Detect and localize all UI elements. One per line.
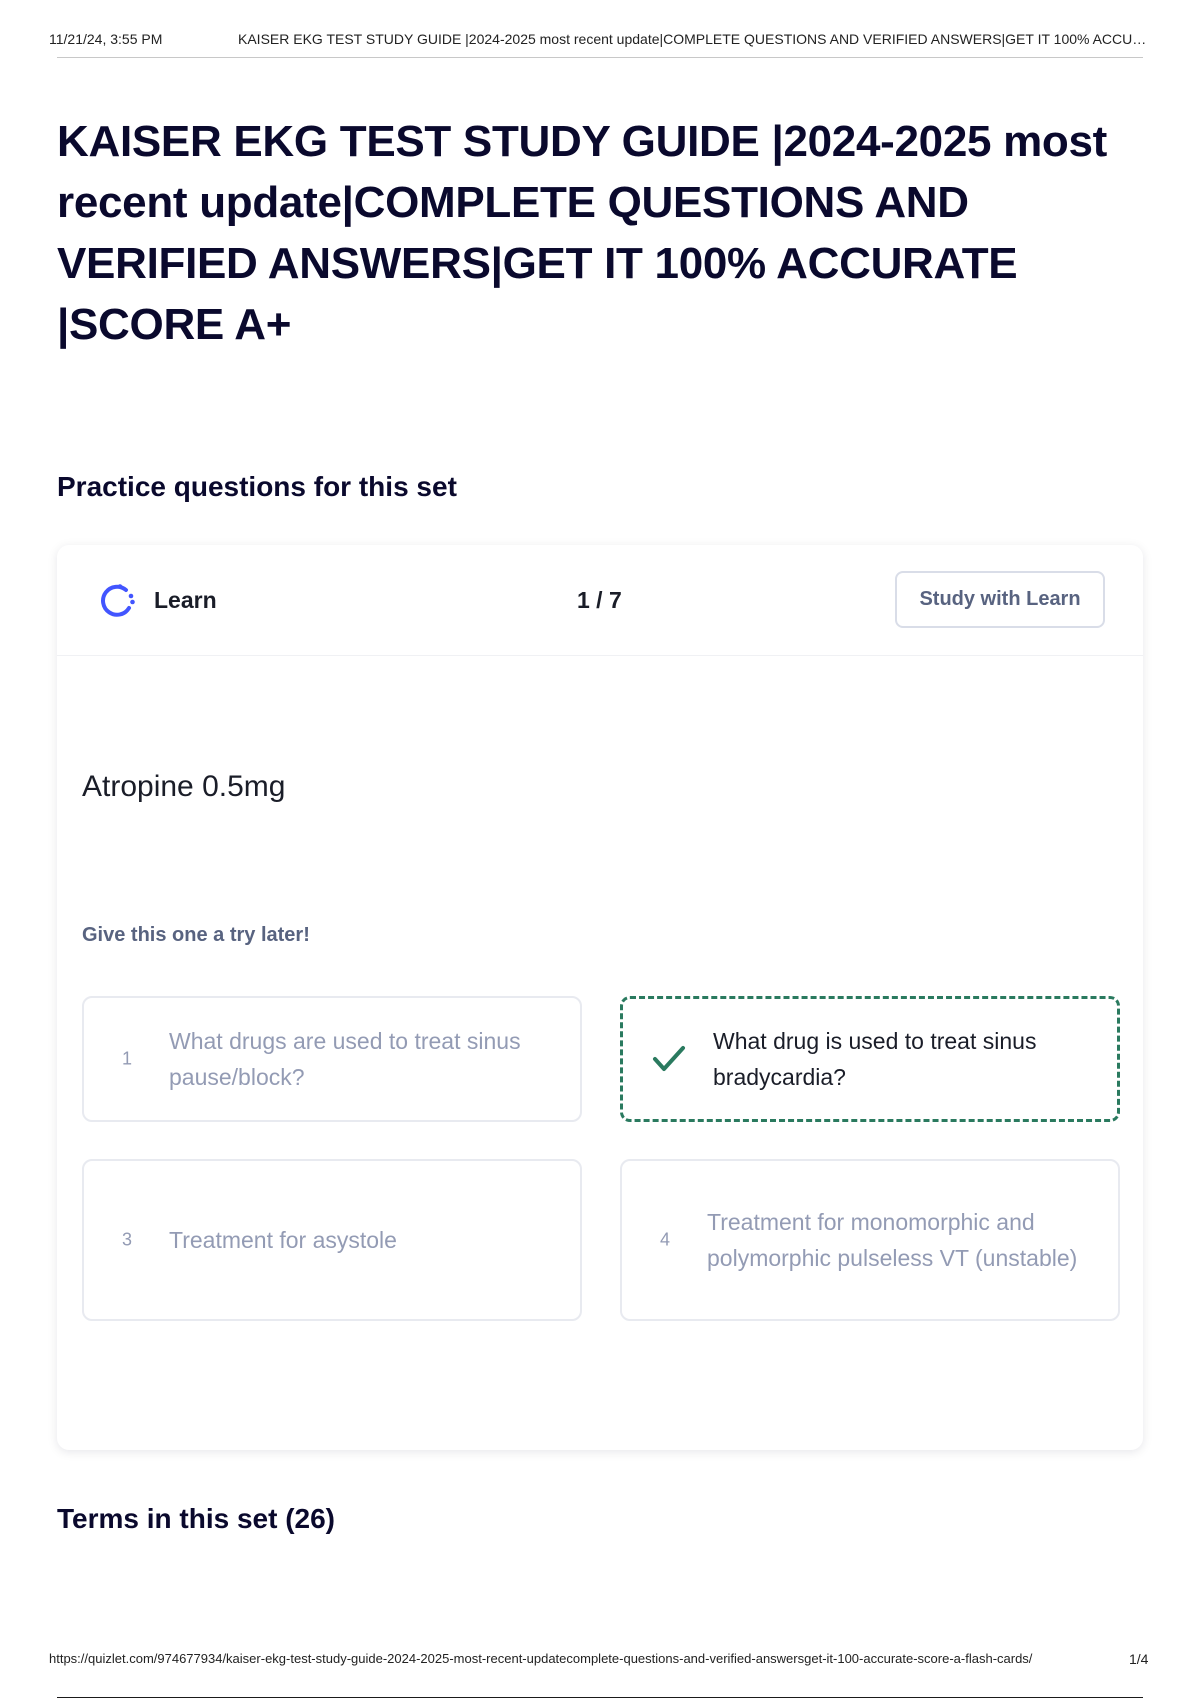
page-title: KAISER EKG TEST STUDY GUIDE |2024-2025 m… xyxy=(57,117,1108,349)
option-text: Treatment for asystole xyxy=(169,1227,397,1253)
option-number: 3 xyxy=(122,1229,133,1250)
footer-divider xyxy=(57,1697,1143,1698)
practice-section-heading: Practice questions for this set xyxy=(57,471,457,502)
option-text: What drugs are used to treat sinus pause… xyxy=(169,1028,521,1090)
print-header-title: KAISER EKG TEST STUDY GUIDE |2024-2025 m… xyxy=(238,31,1150,47)
question-progress: 1 / 7 xyxy=(577,587,622,613)
option-text: What drug is used to treat sinus bradyca… xyxy=(713,1028,1037,1090)
question-prompt: Atropine 0.5mg xyxy=(82,770,286,803)
answer-option-1[interactable]: 1 What drugs are used to treat sinus pau… xyxy=(82,996,582,1122)
header-divider xyxy=(57,57,1143,58)
print-header-date: 11/21/24, 3:55 PM xyxy=(49,31,163,47)
option-number: 1 xyxy=(122,1048,133,1069)
print-footer-page-number: 1/4 xyxy=(1129,1651,1149,1667)
print-footer-url: https://quizlet.com/974677934/kaiser-ekg… xyxy=(49,1651,1033,1666)
learn-card: Learn 1 / 7 Study with Learn Atropine 0.… xyxy=(57,545,1143,1450)
feedback-message: Give this one a try later! xyxy=(82,924,310,946)
answer-option-4[interactable]: 4 Treatment for monomorphic and polymorp… xyxy=(620,1159,1120,1321)
check-icon xyxy=(653,1046,685,1071)
answer-option-3[interactable]: 3 Treatment for asystole xyxy=(82,1159,582,1321)
learn-icon xyxy=(101,584,135,617)
option-text: Treatment for monomorphic and polymorphi… xyxy=(707,1209,1078,1271)
option-number: 4 xyxy=(660,1229,671,1250)
answer-option-2-correct[interactable]: What drug is used to treat sinus bradyca… xyxy=(620,996,1120,1122)
card-header: Learn 1 / 7 Study with Learn xyxy=(57,545,1143,656)
learn-mode-label: Learn xyxy=(154,587,217,613)
study-with-learn-button[interactable]: Study with Learn xyxy=(895,571,1105,628)
terms-section-heading: Terms in this set (26) xyxy=(57,1503,336,1534)
